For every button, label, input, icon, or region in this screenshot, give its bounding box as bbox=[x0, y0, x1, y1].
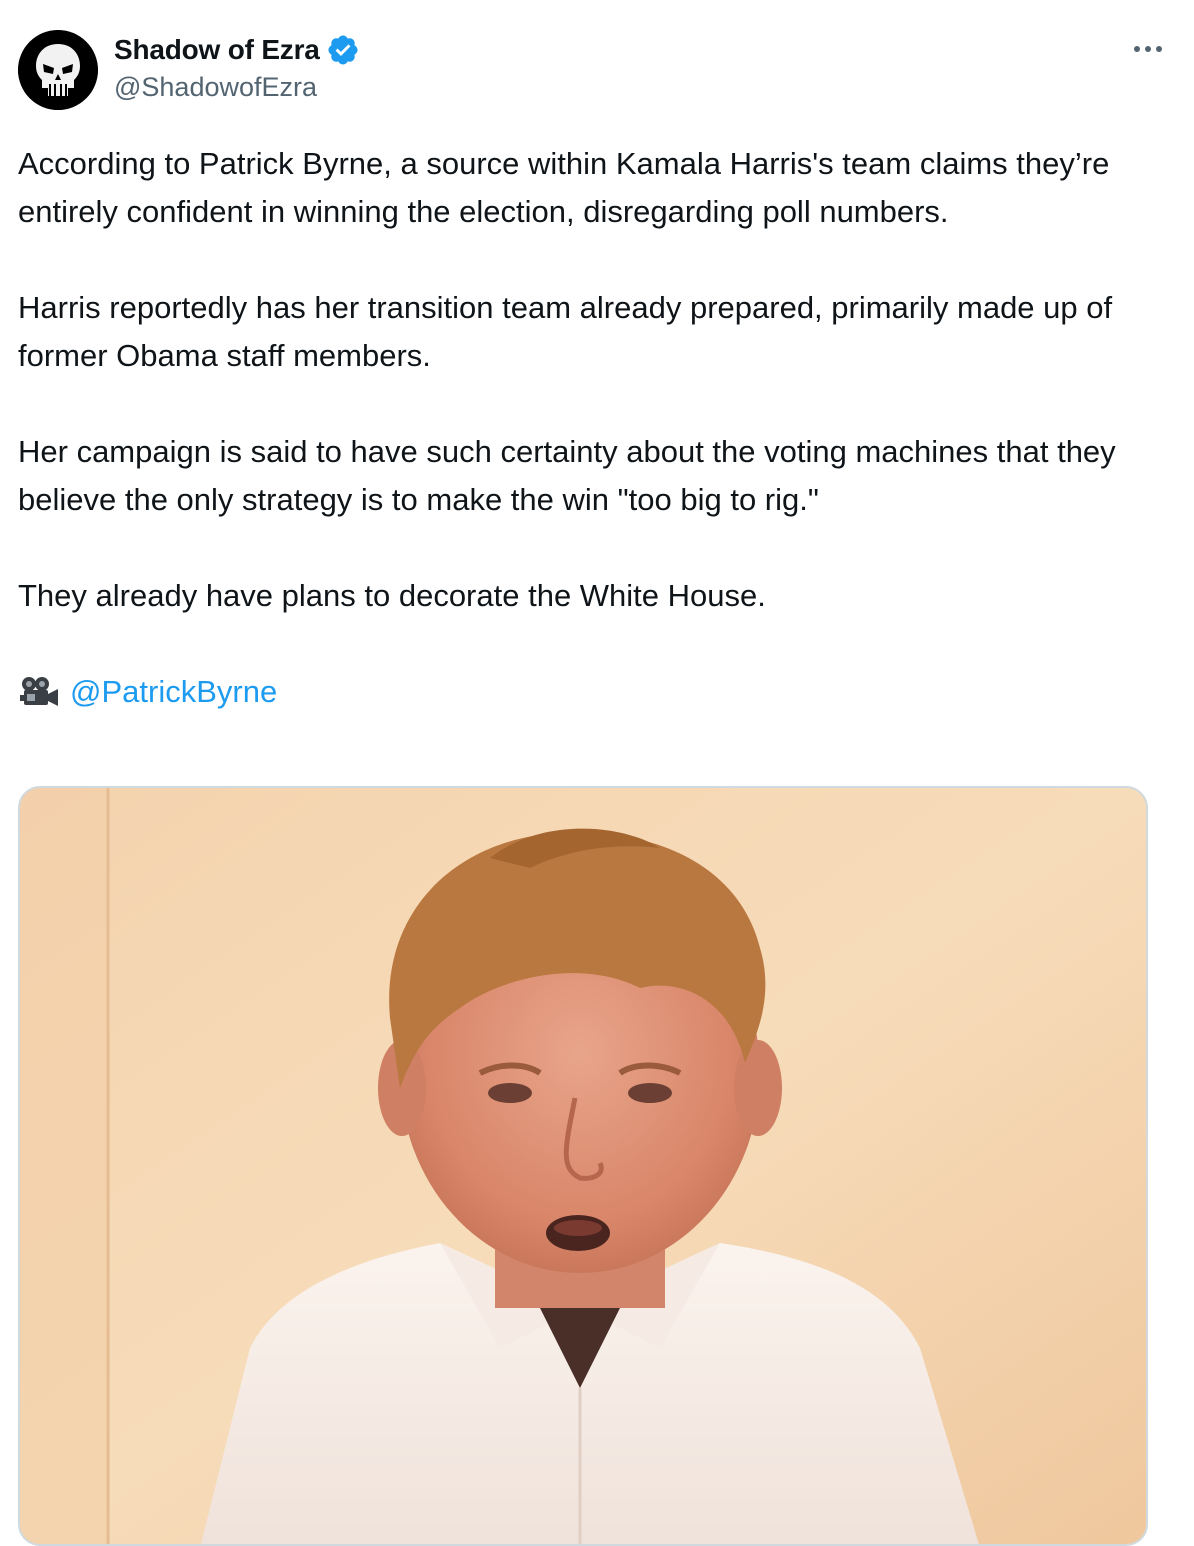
tweet-paragraph: Harris reportedly has her transition tea… bbox=[18, 290, 1121, 373]
movie-camera-icon bbox=[18, 675, 60, 709]
display-name[interactable]: Shadow of Ezra bbox=[114, 34, 320, 66]
display-name-row: Shadow of Ezra bbox=[114, 30, 360, 70]
tweet-card: Shadow of Ezra @ShadowofEzra According t… bbox=[0, 0, 1194, 1546]
tweet-header: Shadow of Ezra @ShadowofEzra bbox=[18, 28, 1178, 112]
video-thumbnail[interactable] bbox=[18, 786, 1148, 1546]
author-handle[interactable]: @ShadowofEzra bbox=[114, 72, 360, 103]
avatar[interactable] bbox=[18, 30, 98, 110]
video-frame-image bbox=[20, 788, 1146, 1544]
tweet-paragraph: According to Patrick Byrne, a source wit… bbox=[18, 146, 1118, 229]
mention-link-patrickbyrne[interactable]: @PatrickByrne bbox=[70, 668, 277, 716]
more-horizontal-icon[interactable] bbox=[1128, 34, 1168, 64]
tweet-paragraph: They already have plans to decorate the … bbox=[18, 578, 766, 613]
verified-badge-icon[interactable] bbox=[326, 33, 360, 67]
credit-row: @PatrickByrne bbox=[18, 668, 1158, 716]
punisher-skull-icon bbox=[18, 30, 98, 110]
tweet-text: According to Patrick Byrne, a source wit… bbox=[18, 140, 1158, 716]
tweet-paragraph: Her campaign is said to have such certai… bbox=[18, 434, 1125, 517]
author-block: Shadow of Ezra @ShadowofEzra bbox=[114, 30, 360, 103]
